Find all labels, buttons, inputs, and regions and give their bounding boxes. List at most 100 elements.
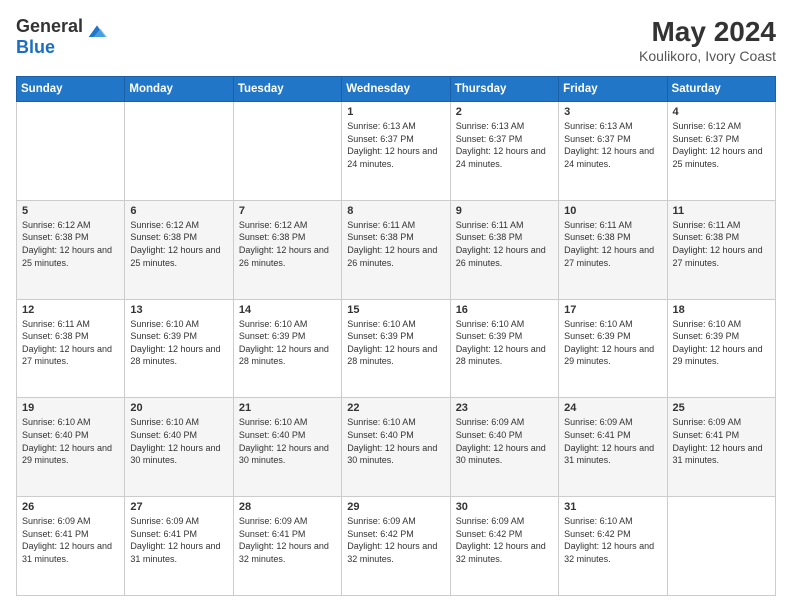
table-row: 23 Sunrise: 6:09 AM Sunset: 6:40 PM Dayli… (450, 398, 558, 497)
day-info: Sunrise: 6:10 AM Sunset: 6:39 PM Dayligh… (130, 318, 227, 368)
day-number: 20 (130, 402, 227, 414)
day-number: 17 (564, 304, 661, 316)
day-number: 25 (673, 402, 770, 414)
day-number: 19 (22, 402, 119, 414)
table-row: 4Sunrise: 6:12 AM Sunset: 6:37 PM Daylig… (667, 102, 775, 201)
day-info: Sunrise: 6:10 AM Sunset: 6:39 PM Dayligh… (673, 318, 770, 368)
page: General Blue May 2024 Koulikoro, Ivory C… (0, 0, 792, 612)
day-number: 13 (130, 304, 227, 316)
day-info: Sunrise: 6:11 AM Sunset: 6:38 PM Dayligh… (673, 219, 770, 269)
calendar-table: Sunday Monday Tuesday Wednesday Thursday… (16, 76, 776, 596)
day-number: 11 (673, 205, 770, 217)
day-number: 18 (673, 304, 770, 316)
day-info: Sunrise: 6:13 AM Sunset: 6:37 PM Dayligh… (347, 120, 444, 170)
table-row: 25 Sunrise: 6:09 AM Sunset: 6:41 PM Dayli… (667, 398, 775, 497)
table-row: 20 Sunrise: 6:10 AM Sunset: 6:40 PM Dayli… (125, 398, 233, 497)
day-number: 9 (456, 205, 553, 217)
table-row: 30Sunrise: 6:09 AM Sunset: 6:42 PM Dayli… (450, 497, 558, 596)
table-row: 13 Sunrise: 6:10 AM Sunset: 6:39 PM Dayli… (125, 299, 233, 398)
title-block: May 2024 Koulikoro, Ivory Coast (639, 16, 776, 64)
day-info: Sunrise: 6:10 AM Sunset: 6:40 PM Dayligh… (347, 416, 444, 466)
day-info: Sunrise: 6:13 AM Sunset: 6:37 PM Dayligh… (456, 120, 553, 170)
calendar-row-1: 5Sunrise: 6:12 AM Sunset: 6:38 PM Daylig… (17, 200, 776, 299)
calendar-header-row: Sunday Monday Tuesday Wednesday Thursday… (17, 77, 776, 102)
day-number: 14 (239, 304, 336, 316)
day-info: Sunrise: 6:12 AM Sunset: 6:37 PM Dayligh… (673, 120, 770, 170)
day-info: Sunrise: 6:10 AM Sunset: 6:39 PM Dayligh… (564, 318, 661, 368)
day-info: Sunrise: 6:09 AM Sunset: 6:40 PM Dayligh… (456, 416, 553, 466)
table-row (125, 102, 233, 201)
day-info: Sunrise: 6:10 AM Sunset: 6:39 PM Dayligh… (347, 318, 444, 368)
table-row: 31 Sunrise: 6:10 AM Sunset: 6:42 PM Dayli… (559, 497, 667, 596)
day-info: Sunrise: 6:10 AM Sunset: 6:40 PM Dayligh… (239, 416, 336, 466)
day-number: 5 (22, 205, 119, 217)
day-info: Sunrise: 6:09 AM Sunset: 6:41 PM Dayligh… (673, 416, 770, 466)
day-info: Sunrise: 6:10 AM Sunset: 6:40 PM Dayligh… (22, 416, 119, 466)
table-row: 28Sunrise: 6:09 AM Sunset: 6:41 PM Dayli… (233, 497, 341, 596)
day-info: Sunrise: 6:09 AM Sunset: 6:41 PM Dayligh… (564, 416, 661, 466)
day-info: Sunrise: 6:09 AM Sunset: 6:41 PM Dayligh… (22, 515, 119, 565)
day-info: Sunrise: 6:09 AM Sunset: 6:41 PM Dayligh… (239, 515, 336, 565)
table-row: 24 Sunrise: 6:09 AM Sunset: 6:41 PM Dayli… (559, 398, 667, 497)
table-row: 19 Sunrise: 6:10 AM Sunset: 6:40 PM Dayli… (17, 398, 125, 497)
table-row: 27Sunrise: 6:09 AM Sunset: 6:41 PM Dayli… (125, 497, 233, 596)
calendar-row-4: 26 Sunrise: 6:09 AM Sunset: 6:41 PM Dayli… (17, 497, 776, 596)
day-info: Sunrise: 6:09 AM Sunset: 6:42 PM Dayligh… (347, 515, 444, 565)
main-title: May 2024 (639, 16, 776, 48)
table-row: 9 Sunrise: 6:11 AM Sunset: 6:38 PM Daylig… (450, 200, 558, 299)
table-row (17, 102, 125, 201)
day-number: 29 (347, 501, 444, 513)
table-row: 2 Sunrise: 6:13 AM Sunset: 6:37 PM Daylig… (450, 102, 558, 201)
day-number: 21 (239, 402, 336, 414)
day-info: Sunrise: 6:13 AM Sunset: 6:37 PM Dayligh… (564, 120, 661, 170)
day-number: 26 (22, 501, 119, 513)
day-info: Sunrise: 6:10 AM Sunset: 6:40 PM Dayligh… (130, 416, 227, 466)
table-row: 6Sunrise: 6:12 AM Sunset: 6:38 PM Daylig… (125, 200, 233, 299)
table-row: 3 Sunrise: 6:13 AM Sunset: 6:37 PM Daylig… (559, 102, 667, 201)
col-friday: Friday (559, 77, 667, 102)
logo: General Blue (16, 16, 107, 58)
day-number: 3 (564, 106, 661, 118)
subtitle: Koulikoro, Ivory Coast (639, 48, 776, 64)
header: General Blue May 2024 Koulikoro, Ivory C… (16, 16, 776, 64)
table-row: 18 Sunrise: 6:10 AM Sunset: 6:39 PM Dayli… (667, 299, 775, 398)
calendar-row-0: 1 Sunrise: 6:13 AM Sunset: 6:37 PM Daylig… (17, 102, 776, 201)
day-number: 8 (347, 205, 444, 217)
table-row: 21 Sunrise: 6:10 AM Sunset: 6:40 PM Dayli… (233, 398, 341, 497)
col-saturday: Saturday (667, 77, 775, 102)
table-row: 29 Sunrise: 6:09 AM Sunset: 6:42 PM Dayli… (342, 497, 450, 596)
day-number: 1 (347, 106, 444, 118)
logo-icon (87, 22, 107, 42)
calendar-row-2: 12 Sunrise: 6:11 AM Sunset: 6:38 PM Dayli… (17, 299, 776, 398)
day-info: Sunrise: 6:11 AM Sunset: 6:38 PM Dayligh… (456, 219, 553, 269)
day-info: Sunrise: 6:11 AM Sunset: 6:38 PM Dayligh… (22, 318, 119, 368)
table-row: 26 Sunrise: 6:09 AM Sunset: 6:41 PM Dayli… (17, 497, 125, 596)
day-number: 24 (564, 402, 661, 414)
table-row: 5Sunrise: 6:12 AM Sunset: 6:38 PM Daylig… (17, 200, 125, 299)
col-sunday: Sunday (17, 77, 125, 102)
day-info: Sunrise: 6:10 AM Sunset: 6:39 PM Dayligh… (239, 318, 336, 368)
table-row: 12 Sunrise: 6:11 AM Sunset: 6:38 PM Dayli… (17, 299, 125, 398)
day-info: Sunrise: 6:10 AM Sunset: 6:42 PM Dayligh… (564, 515, 661, 565)
day-number: 23 (456, 402, 553, 414)
table-row: 16Sunrise: 6:10 AM Sunset: 6:39 PM Dayli… (450, 299, 558, 398)
day-number: 10 (564, 205, 661, 217)
day-number: 31 (564, 501, 661, 513)
col-tuesday: Tuesday (233, 77, 341, 102)
table-row: 7Sunrise: 6:12 AM Sunset: 6:38 PM Daylig… (233, 200, 341, 299)
table-row: 17 Sunrise: 6:10 AM Sunset: 6:39 PM Dayli… (559, 299, 667, 398)
day-number: 12 (22, 304, 119, 316)
day-number: 30 (456, 501, 553, 513)
table-row: 1 Sunrise: 6:13 AM Sunset: 6:37 PM Daylig… (342, 102, 450, 201)
day-number: 22 (347, 402, 444, 414)
day-number: 2 (456, 106, 553, 118)
day-info: Sunrise: 6:09 AM Sunset: 6:41 PM Dayligh… (130, 515, 227, 565)
table-row: 11 Sunrise: 6:11 AM Sunset: 6:38 PM Dayli… (667, 200, 775, 299)
table-row: 15Sunrise: 6:10 AM Sunset: 6:39 PM Dayli… (342, 299, 450, 398)
calendar-row-3: 19 Sunrise: 6:10 AM Sunset: 6:40 PM Dayli… (17, 398, 776, 497)
table-row: 14 Sunrise: 6:10 AM Sunset: 6:39 PM Dayli… (233, 299, 341, 398)
day-number: 7 (239, 205, 336, 217)
col-thursday: Thursday (450, 77, 558, 102)
table-row: 8Sunrise: 6:11 AM Sunset: 6:38 PM Daylig… (342, 200, 450, 299)
day-info: Sunrise: 6:10 AM Sunset: 6:39 PM Dayligh… (456, 318, 553, 368)
